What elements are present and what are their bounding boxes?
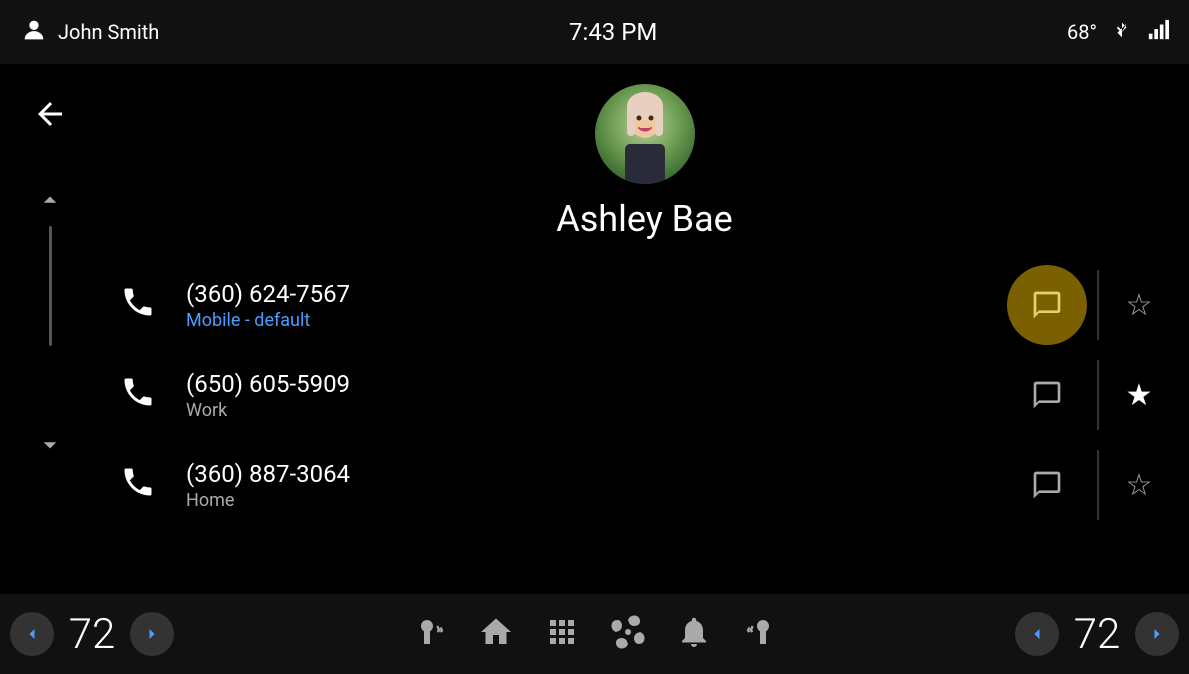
phone-list: (360) 624-7567 Mobile - default ☆ — [100, 250, 1189, 594]
scroll-track — [49, 226, 52, 346]
phone-actions-2: ★ — [1007, 355, 1169, 435]
phone-type-3: Home — [186, 490, 1007, 511]
scroll-down-button[interactable] — [35, 431, 65, 468]
phone-type-1: Mobile - default — [186, 310, 1007, 331]
apps-icon[interactable] — [544, 614, 580, 654]
status-time: 7:43 PM — [569, 18, 657, 46]
phone-info-3: (360) 887-3064 Home — [170, 460, 1007, 511]
left-temperature-value: 72 — [62, 610, 122, 659]
message-button-2[interactable] — [1007, 355, 1087, 435]
divider-1 — [1097, 270, 1099, 340]
bluetooth-icon — [1111, 16, 1133, 48]
right-temp-control: 72 — [1015, 610, 1179, 659]
status-temperature: 68° — [1067, 20, 1097, 44]
phone-entry-2: (650) 605-5909 Work ★ — [100, 350, 1189, 440]
phone-icon-2 — [120, 374, 170, 417]
phone-type-2: Work — [186, 400, 1007, 421]
favorite-button-1[interactable]: ☆ — [1109, 275, 1169, 335]
bottom-bar: 72 — [0, 594, 1189, 674]
right-temp-decrease-button[interactable] — [1015, 612, 1059, 656]
phone-entry-1: (360) 624-7567 Mobile - default ☆ — [100, 260, 1189, 350]
phone-number-2[interactable]: (650) 605-5909 — [186, 370, 1007, 398]
message-button-3[interactable] — [1007, 445, 1087, 525]
contact-header: Ashley Bae — [100, 64, 1189, 250]
back-button[interactable] — [20, 84, 80, 144]
status-right: 68° — [1067, 16, 1169, 48]
left-temp-control: 72 — [10, 610, 174, 659]
contact-name: Ashley Bae — [556, 198, 733, 240]
right-temp-increase-button[interactable] — [1135, 612, 1179, 656]
left-sidebar — [0, 64, 100, 594]
scroll-up-button[interactable] — [35, 184, 65, 221]
scroll-indicator — [35, 184, 65, 468]
star-icon-3: ☆ — [1126, 468, 1153, 503]
message-button-1[interactable] — [1007, 265, 1087, 345]
phone-entry-3: (360) 887-3064 Home ☆ — [100, 440, 1189, 530]
left-temp-increase-button[interactable] — [130, 612, 174, 656]
right-temperature-value: 72 — [1067, 610, 1127, 659]
phone-info-2: (650) 605-5909 Work — [170, 370, 1007, 421]
star-icon-1: ☆ — [1126, 288, 1153, 323]
status-bar: John Smith 7:43 PM 68° — [0, 0, 1189, 64]
signal-icon — [1147, 16, 1169, 48]
heat-seat-left-icon[interactable] — [412, 614, 448, 654]
heat-seat-right-icon[interactable] — [742, 614, 778, 654]
notification-icon[interactable] — [676, 614, 712, 654]
divider-3 — [1097, 450, 1099, 520]
status-left: John Smith — [20, 16, 159, 48]
phone-number-1[interactable]: (360) 624-7567 — [186, 280, 1007, 308]
status-user-name: John Smith — [58, 20, 159, 44]
home-icon[interactable] — [478, 614, 514, 654]
favorite-button-3[interactable]: ☆ — [1109, 455, 1169, 515]
phone-actions-3: ☆ — [1007, 445, 1169, 525]
phone-icon-3 — [120, 464, 170, 507]
phone-actions-1: ☆ — [1007, 265, 1169, 345]
user-icon — [20, 16, 48, 48]
contact-avatar — [595, 84, 695, 184]
main-content: Ashley Bae (360) 624-7567 Mobile - defau… — [100, 64, 1189, 594]
phone-info-1: (360) 624-7567 Mobile - default — [170, 280, 1007, 331]
phone-number-3[interactable]: (360) 887-3064 — [186, 460, 1007, 488]
nav-icons — [412, 614, 778, 654]
divider-2 — [1097, 360, 1099, 430]
star-icon-2: ★ — [1126, 378, 1153, 413]
left-temp-decrease-button[interactable] — [10, 612, 54, 656]
favorite-button-2[interactable]: ★ — [1109, 365, 1169, 425]
fan-icon[interactable] — [610, 614, 646, 654]
phone-icon-1 — [120, 284, 170, 327]
